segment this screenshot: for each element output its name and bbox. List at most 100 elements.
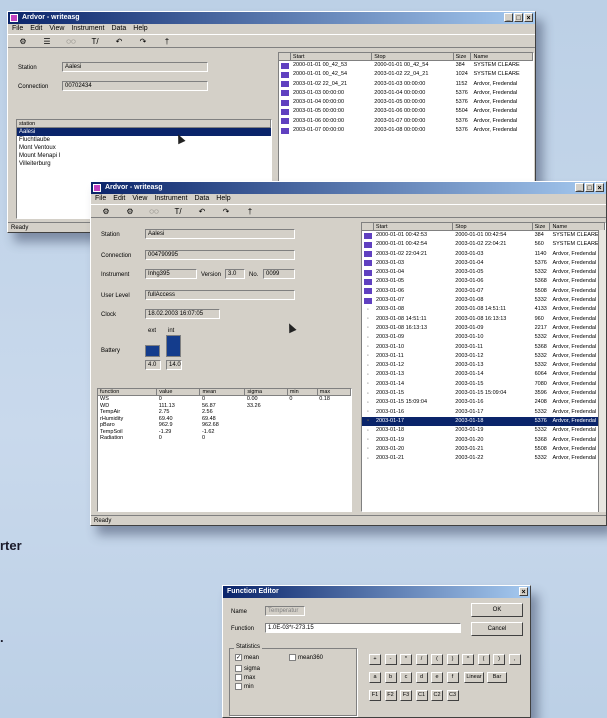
vertical-scrollbar[interactable] — [598, 230, 606, 512]
column-header-start[interactable]: Start — [290, 53, 373, 61]
checkbox-box[interactable] — [235, 683, 242, 690]
key-button[interactable]: F3 — [400, 690, 412, 701]
menu-item-view[interactable]: View — [132, 194, 147, 204]
column-header-size[interactable]: Size — [532, 223, 551, 231]
key-button-bar[interactable]: Bar — [487, 672, 507, 683]
key-button[interactable]: C3 — [446, 690, 459, 701]
toolbar-button-3[interactable]: ◌◌ — [64, 37, 78, 46]
checkbox-box[interactable] — [289, 654, 296, 661]
column-header-start[interactable]: Start — [373, 223, 454, 231]
close-button[interactable]: × — [524, 13, 533, 22]
toolbar-button-6[interactable]: ↷ — [136, 37, 150, 46]
table-row[interactable]: ◦ 2003-01-08 14:51:11 2003-01-08 16:13:13 9… — [362, 315, 605, 324]
checkbox-max[interactable]: max — [235, 674, 255, 681]
station-list-item[interactable]: Aalesi — [17, 128, 271, 136]
key-button[interactable]: - — [384, 654, 397, 665]
table-row[interactable]: 2003-01-05 00:00:00 2003-01-06 00:00:00 55… — [279, 107, 533, 116]
menu-item-view[interactable]: View — [49, 24, 64, 34]
menu-item-help[interactable]: Help — [216, 194, 230, 204]
key-button[interactable]: / — [415, 654, 428, 665]
toolbar-button-7[interactable]: † — [243, 207, 257, 216]
table-row[interactable]: 2003-01-07 00:00:00 2003-01-08 00:00:00 53… — [279, 126, 533, 135]
maximize-button[interactable]: □ — [585, 183, 594, 192]
table-row[interactable]: 2003-01-06 2003-01-07 5508 Ardvor, Fredenda… — [362, 287, 605, 296]
key-button[interactable]: a — [369, 672, 381, 683]
checkbox-box[interactable]: ✓ — [235, 654, 242, 661]
table-row[interactable]: 2003-01-04 00:00:00 2003-01-05 00:00:00 53… — [279, 98, 533, 107]
table-row[interactable]: ◦ 2003-01-20 2003-01-21 5508 Ardvor, Fredend… — [362, 445, 605, 454]
menu-item-edit[interactable]: Edit — [113, 194, 125, 204]
checkbox-mean360[interactable]: mean360 — [289, 654, 323, 661]
table-row[interactable]: 2003-01-07 2003-01-08 5332 Ardvor, Fredenda… — [362, 296, 605, 305]
key-button[interactable]: ) — [446, 654, 459, 665]
table-row[interactable]: 2003-01-06 00:00:00 2003-01-07 00:00:00 53… — [279, 117, 533, 126]
key-button[interactable]: ( — [477, 654, 490, 665]
toolbar-button-1[interactable]: ⚙ — [99, 207, 113, 216]
column-header-name[interactable]: Name — [471, 53, 533, 61]
close-button[interactable]: × — [595, 183, 604, 192]
station-list-item[interactable]: Mount Menapi I — [17, 152, 271, 160]
table-row[interactable]: 2003-01-02 22_04_21 2003-01-03 00:00:00 11… — [279, 80, 533, 89]
name-field[interactable]: Temperatur — [265, 606, 305, 616]
key-button[interactable]: ) — [493, 654, 505, 665]
menu-item-file[interactable]: File — [95, 194, 106, 204]
checkbox-box[interactable] — [235, 665, 242, 672]
toolbar-button-1[interactable]: ⚙ — [16, 37, 30, 46]
toolbar-button-3[interactable]: ◌◌ — [147, 207, 161, 216]
column-header-stop[interactable]: Stop — [453, 223, 533, 231]
toolbar-button-2[interactable]: ☰ — [40, 37, 54, 46]
table-row[interactable]: 2003-01-02 22:04:21 2003-01-03 1140 Ardvor,… — [362, 250, 605, 259]
menu-item-instrument[interactable]: Instrument — [154, 194, 187, 204]
table-row[interactable]: ▪ 2003-01-17 2003-01-18 5376 Ardvor, Fredend… — [362, 416, 605, 427]
table-row[interactable]: ◦ 2003-01-15 2003-01-15 15:09:04 3596 Ardvor… — [362, 389, 605, 398]
key-button[interactable]: ^ — [462, 654, 474, 665]
key-button[interactable]: F2 — [384, 690, 397, 701]
table-row[interactable]: ◦ 2003-01-08 16:13:13 2003-01-09 2217 Ardvor… — [362, 324, 605, 333]
key-button[interactable]: F1 — [369, 690, 381, 701]
station-list-item[interactable]: Villeiterburg — [17, 160, 271, 168]
toolbar-button-7[interactable]: † — [160, 37, 174, 46]
menu-item-edit[interactable]: Edit — [30, 24, 42, 34]
key-button[interactable]: C1 — [415, 690, 428, 701]
table-row[interactable]: 2000-01-01 00_42_53 2000-01-01 00_42_54 38… — [279, 61, 533, 70]
checkbox-sigma[interactable]: sigma — [235, 665, 260, 672]
minimize-button[interactable]: _ — [575, 183, 584, 192]
menu-item-instrument[interactable]: Instrument — [71, 24, 104, 34]
table-row[interactable]: 2003-01-03 00:00:00 2003-01-04 00:00:00 53… — [279, 89, 533, 98]
function-input[interactable]: 1.0E-03*r-273.15 — [265, 623, 461, 633]
table-row[interactable]: ◦ 2003-01-14 2003-01-15 7080 Ardvor, Fredend… — [362, 380, 605, 389]
toolbar-button-2[interactable]: ⚙ — [123, 207, 137, 216]
key-button[interactable]: * — [400, 654, 412, 665]
cancel-button[interactable]: Cancel — [471, 622, 523, 636]
key-button[interactable]: ( — [431, 654, 443, 665]
table-row[interactable]: 2000-01-01 00:42:54 2003-01-02 22:04:21 56… — [362, 240, 605, 249]
toolbar-button-4[interactable]: T/ — [171, 207, 185, 216]
column-header-stop[interactable]: Stop — [372, 53, 454, 61]
station-list-item[interactable]: Mont Ventoux — [17, 144, 271, 152]
toolbar-button-6[interactable]: ↷ — [219, 207, 233, 216]
key-button[interactable]: f — [446, 672, 459, 683]
key-button[interactable]: , — [508, 654, 521, 665]
menu-item-data[interactable]: Data — [194, 194, 209, 204]
table-row[interactable]: 2003-01-04 2003-01-05 5332 Ardvor, Fredenda… — [362, 268, 605, 277]
table-row[interactable]: ◦ 2003-01-12 2003-01-13 5332 Ardvor, Fredend… — [362, 361, 605, 370]
key-button[interactable]: d — [415, 672, 428, 683]
menu-item-help[interactable]: Help — [133, 24, 147, 34]
menu-item-data[interactable]: Data — [111, 24, 126, 34]
table-row[interactable]: ◦ 2003-01-10 2003-01-11 5368 Ardvor, Fredend… — [362, 343, 605, 352]
toolbar-button-4[interactable]: T/ — [88, 37, 102, 46]
toolbar-button-5[interactable]: ↶ — [195, 207, 209, 216]
column-header-size[interactable]: Size — [453, 53, 472, 61]
station-list-item[interactable]: Fluchtlaube — [17, 136, 271, 144]
table-row[interactable]: 2003-01-05 2003-01-06 5368 Ardvor, Fredenda… — [362, 277, 605, 286]
table-row[interactable]: ◦ 2003-01-08 2003-01-08 14:51:11 4133 Ardvor… — [362, 305, 605, 314]
table-row[interactable]: ◦ 2003-01-11 2003-01-12 5332 Ardvor, Fredend… — [362, 352, 605, 361]
maximize-button[interactable]: □ — [514, 13, 523, 22]
key-button[interactable]: C2 — [431, 690, 443, 701]
table-row[interactable]: 2000-01-01 00:42:53 2000-01-01 00:42:54 38… — [362, 231, 605, 240]
key-button[interactable]: + — [369, 654, 381, 665]
close-button[interactable]: × — [519, 587, 528, 596]
toolbar-button-5[interactable]: ↶ — [112, 37, 126, 46]
menu-item-file[interactable]: File — [12, 24, 23, 34]
table-row[interactable]: ◦ 2003-01-18 2003-01-19 5332 Ardvor, Fredend… — [362, 426, 605, 435]
